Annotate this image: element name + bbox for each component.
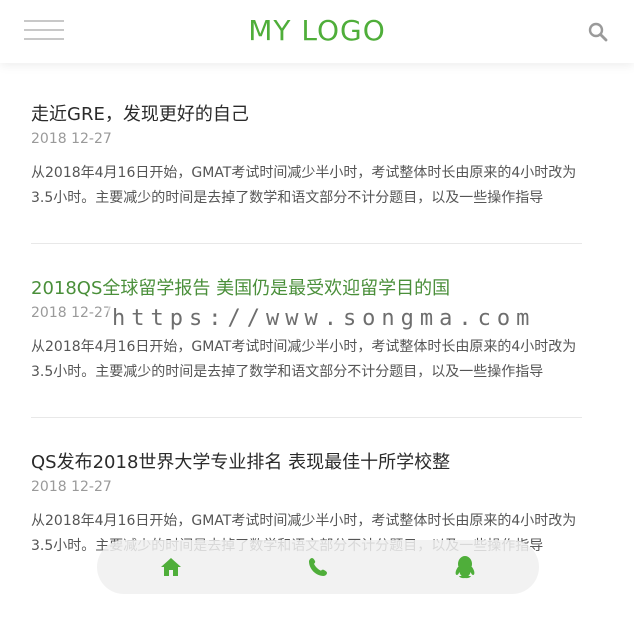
article-item: 2018QS全球留学报告 美国仍是最受欢迎留学目的国 2018 12-27 从2…	[31, 274, 582, 418]
article-summary: 从2018年4月16日开始，GMAT考试时间减少半小时，考试整体时长由原来的4小…	[31, 165, 577, 206]
article-summary: 从2018年4月16日开始，GMAT考试时间减少半小时，考试整体时长由原来的4小…	[31, 339, 577, 380]
search-button[interactable]	[588, 22, 608, 42]
article-title[interactable]: 2018QS全球留学报告 美国仍是最受欢迎留学目的国	[31, 274, 582, 304]
search-icon	[588, 22, 608, 42]
article-date: 2018 12-27	[31, 479, 112, 495]
article-item: 走近GRE，发现更好的自己 2018 12-27 从2018年4月16日开始，G…	[31, 100, 582, 244]
phone-icon	[308, 558, 327, 576]
article-date: 2018 12-27	[31, 131, 112, 147]
phone-button[interactable]	[288, 547, 348, 587]
home-button[interactable]	[141, 547, 201, 587]
bottom-action-bar	[97, 540, 539, 594]
header: MY LOGO	[0, 0, 634, 63]
article-title[interactable]: QS发布2018世界大学专业排名 表现最佳十所学校整	[31, 448, 582, 478]
qq-button[interactable]	[435, 547, 495, 587]
qq-icon	[455, 556, 475, 579]
logo[interactable]: MY LOGO	[0, 14, 634, 47]
watermark: https://www.songma.com	[108, 306, 540, 331]
article-title[interactable]: 走近GRE，发现更好的自己	[31, 100, 582, 130]
home-icon	[160, 558, 181, 576]
